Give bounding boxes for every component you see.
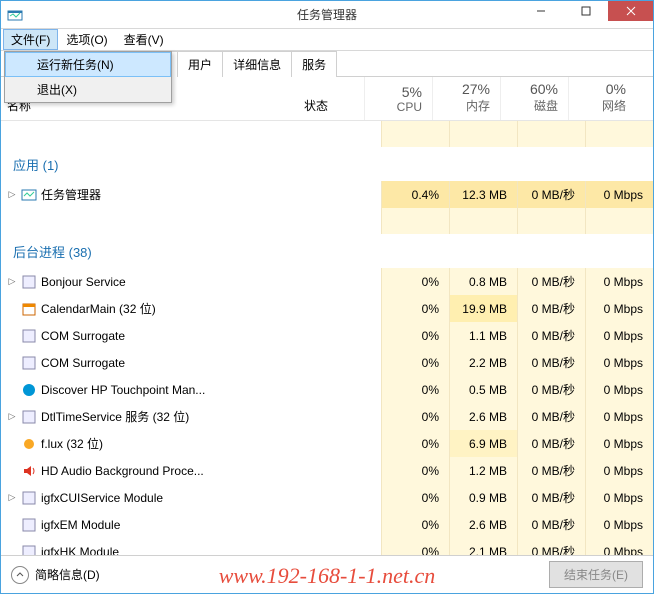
process-row[interactable]: HD Audio Background Proce... 0%1.2 MB0 M… bbox=[1, 457, 653, 484]
close-button[interactable] bbox=[608, 1, 653, 21]
col-status[interactable]: 状态 bbox=[304, 77, 364, 120]
footer: 简略信息(D) 结束任务(E) bbox=[1, 555, 653, 593]
menu-run-new-task[interactable]: 运行新任务(N) bbox=[5, 52, 171, 77]
menu-options[interactable]: 选项(O) bbox=[58, 29, 115, 50]
hp-icon bbox=[21, 382, 37, 398]
group-apps: 应用 (1) bbox=[1, 147, 653, 181]
end-task-button[interactable]: 结束任务(E) bbox=[549, 561, 643, 588]
col-disk[interactable]: 60%磁盘 bbox=[500, 77, 568, 120]
process-row[interactable]: COM Surrogate 0%1.1 MB0 MB/秒0 Mbps bbox=[1, 322, 653, 349]
maximize-button[interactable] bbox=[563, 1, 608, 21]
process-row[interactable]: ▷igfxCUIService Module 0%0.9 MB0 MB/秒0 M… bbox=[1, 484, 653, 511]
generic-process-icon bbox=[21, 517, 37, 533]
process-row[interactable]: igfxHK Module 0%2.1 MB0 MB/秒0 Mbps bbox=[1, 538, 653, 555]
speaker-icon bbox=[21, 463, 37, 479]
generic-process-icon bbox=[21, 274, 37, 290]
col-network[interactable]: 0%网络 bbox=[568, 77, 636, 120]
generic-process-icon bbox=[21, 328, 37, 344]
process-row[interactable]: ▷Bonjour Service 0%0.8 MB0 MB/秒0 Mbps bbox=[1, 268, 653, 295]
menu-view[interactable]: 查看(V) bbox=[116, 29, 172, 50]
process-row[interactable]: Discover HP Touchpoint Man... 0%0.5 MB0 … bbox=[1, 376, 653, 403]
minimize-button[interactable] bbox=[518, 1, 563, 21]
calendar-icon bbox=[21, 301, 37, 317]
process-row[interactable]: COM Surrogate 0%2.2 MB0 MB/秒0 Mbps bbox=[1, 349, 653, 376]
process-list[interactable]: 应用 (1) ▷任务管理器 0.4% 12.3 MB 0 MB/秒 0 Mbps… bbox=[1, 121, 653, 555]
file-menu-dropdown: 运行新任务(N) 退出(X) bbox=[4, 51, 172, 103]
expand-icon[interactable]: ▷ bbox=[7, 189, 17, 200]
process-row[interactable]: igfxEM Module 0%2.6 MB0 MB/秒0 Mbps bbox=[1, 511, 653, 538]
group-background: 后台进程 (38) bbox=[1, 234, 653, 268]
chevron-up-icon bbox=[11, 566, 29, 584]
window-title: 任务管理器 bbox=[297, 6, 357, 23]
tab-users[interactable]: 用户 bbox=[177, 51, 223, 77]
menu-exit[interactable]: 退出(X) bbox=[5, 77, 171, 102]
process-row[interactable]: f.lux (32 位) 0%6.9 MB0 MB/秒0 Mbps bbox=[1, 430, 653, 457]
expand-icon[interactable]: ▷ bbox=[7, 492, 17, 503]
col-cpu[interactable]: 5%CPU bbox=[364, 77, 432, 120]
generic-process-icon bbox=[21, 409, 37, 425]
col-memory[interactable]: 27%内存 bbox=[432, 77, 500, 120]
fewer-details-button[interactable]: 简略信息(D) bbox=[11, 566, 100, 584]
flux-icon bbox=[21, 436, 37, 452]
tab-services[interactable]: 服务 bbox=[291, 51, 337, 77]
process-row[interactable]: ▷任务管理器 0.4% 12.3 MB 0 MB/秒 0 Mbps bbox=[1, 181, 653, 208]
generic-process-icon bbox=[21, 490, 37, 506]
menu-file[interactable]: 文件(F) bbox=[3, 29, 58, 50]
app-icon bbox=[7, 7, 23, 23]
generic-process-icon bbox=[21, 355, 37, 371]
process-row[interactable]: CalendarMain (32 位) 0%19.9 MB0 MB/秒0 Mbp… bbox=[1, 295, 653, 322]
menubar: 文件(F) 选项(O) 查看(V) bbox=[1, 29, 653, 51]
titlebar[interactable]: 任务管理器 bbox=[1, 1, 653, 29]
taskmgr-icon bbox=[21, 187, 37, 203]
generic-process-icon bbox=[21, 544, 37, 556]
expand-icon[interactable]: ▷ bbox=[7, 411, 17, 422]
tab-details[interactable]: 详细信息 bbox=[222, 51, 292, 77]
task-manager-window: 任务管理器 文件(F) 选项(O) 查看(V) 运行新任务(N) 退出(X) 进… bbox=[0, 0, 654, 594]
expand-icon[interactable]: ▷ bbox=[7, 276, 17, 287]
process-row[interactable]: ▷DtlTimeService 服务 (32 位) 0%2.6 MB0 MB/秒… bbox=[1, 403, 653, 430]
